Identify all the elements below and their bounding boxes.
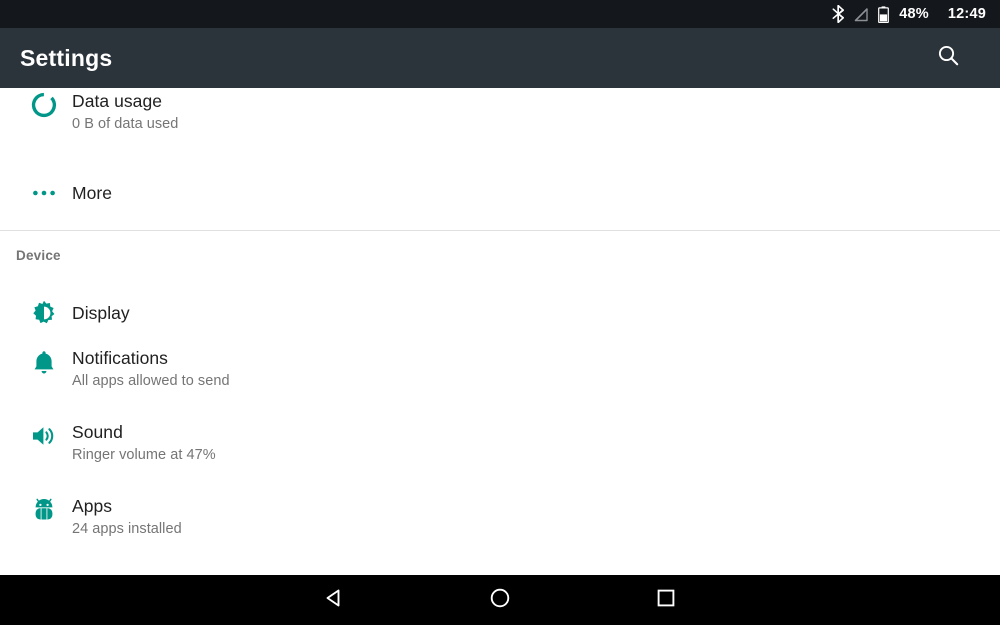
settings-row-title: Notifications bbox=[72, 348, 168, 368]
battery-icon bbox=[878, 5, 890, 23]
status-bar-clock: 12:49 bbox=[947, 5, 986, 22]
home-circle-icon bbox=[488, 586, 512, 615]
settings-row-more[interactable]: More bbox=[0, 156, 1000, 230]
settings-row-text: More bbox=[72, 182, 112, 204]
nav-recents-button[interactable] bbox=[583, 575, 749, 625]
brightness-icon bbox=[16, 300, 72, 326]
settings-row-text: Notifications All apps allowed to send bbox=[72, 347, 230, 391]
nav-back-button[interactable] bbox=[251, 575, 417, 625]
settings-row-text: Display bbox=[72, 302, 130, 324]
search-button[interactable] bbox=[924, 34, 972, 82]
signal-off-icon bbox=[854, 5, 869, 23]
status-bar-icons: 48% 12:49 bbox=[832, 5, 986, 23]
settings-row-text: Sound Ringer volume at 47% bbox=[72, 421, 216, 465]
android-icon bbox=[16, 495, 72, 524]
settings-row-title: Apps bbox=[72, 496, 113, 516]
settings-row-data-usage[interactable]: Data usage 0 B of data used bbox=[0, 88, 1000, 156]
settings-row-summary: 24 apps installed bbox=[72, 521, 182, 537]
search-icon bbox=[936, 43, 961, 73]
navigation-bar bbox=[0, 575, 1000, 625]
settings-row-title: More bbox=[72, 183, 113, 203]
settings-list[interactable]: Data usage 0 B of data used More Device bbox=[0, 88, 1000, 575]
settings-row-apps[interactable]: Apps 24 apps installed bbox=[0, 495, 1000, 569]
settings-row-summary: 0 B of data used bbox=[72, 116, 179, 132]
settings-row-display[interactable]: Display bbox=[0, 279, 1000, 347]
data-usage-icon bbox=[16, 90, 72, 118]
settings-row-text: Apps 24 apps installed bbox=[72, 495, 182, 539]
settings-row-title: Display bbox=[72, 303, 130, 323]
volume-icon bbox=[16, 421, 72, 448]
settings-row-summary: Ringer volume at 47% bbox=[72, 447, 216, 463]
settings-row-text: Data usage 0 B of data used bbox=[72, 90, 178, 134]
settings-row-title: Data usage bbox=[72, 91, 163, 111]
settings-row-summary: All apps allowed to send bbox=[72, 373, 230, 389]
section-header-device: Device bbox=[0, 231, 1000, 279]
action-bar: Settings bbox=[0, 28, 1000, 88]
settings-row-sound[interactable]: Sound Ringer volume at 47% bbox=[0, 421, 1000, 495]
more-dots-icon bbox=[16, 189, 72, 197]
section-header-label: Device bbox=[16, 247, 61, 263]
nav-home-button[interactable] bbox=[417, 575, 583, 625]
back-triangle-icon bbox=[322, 586, 346, 615]
bell-icon bbox=[16, 347, 72, 376]
status-bar: 48% 12:49 bbox=[0, 0, 1000, 28]
android-settings-screen: 48% 12:49 Settings Data usage 0 B of dat… bbox=[0, 0, 1000, 625]
bluetooth-icon bbox=[832, 5, 845, 23]
settings-row-title: Sound bbox=[72, 422, 123, 442]
settings-row-notifications[interactable]: Notifications All apps allowed to send bbox=[0, 347, 1000, 421]
page-title: Settings bbox=[20, 44, 113, 71]
battery-percentage: 48% bbox=[899, 5, 929, 22]
recents-square-icon bbox=[654, 586, 678, 615]
